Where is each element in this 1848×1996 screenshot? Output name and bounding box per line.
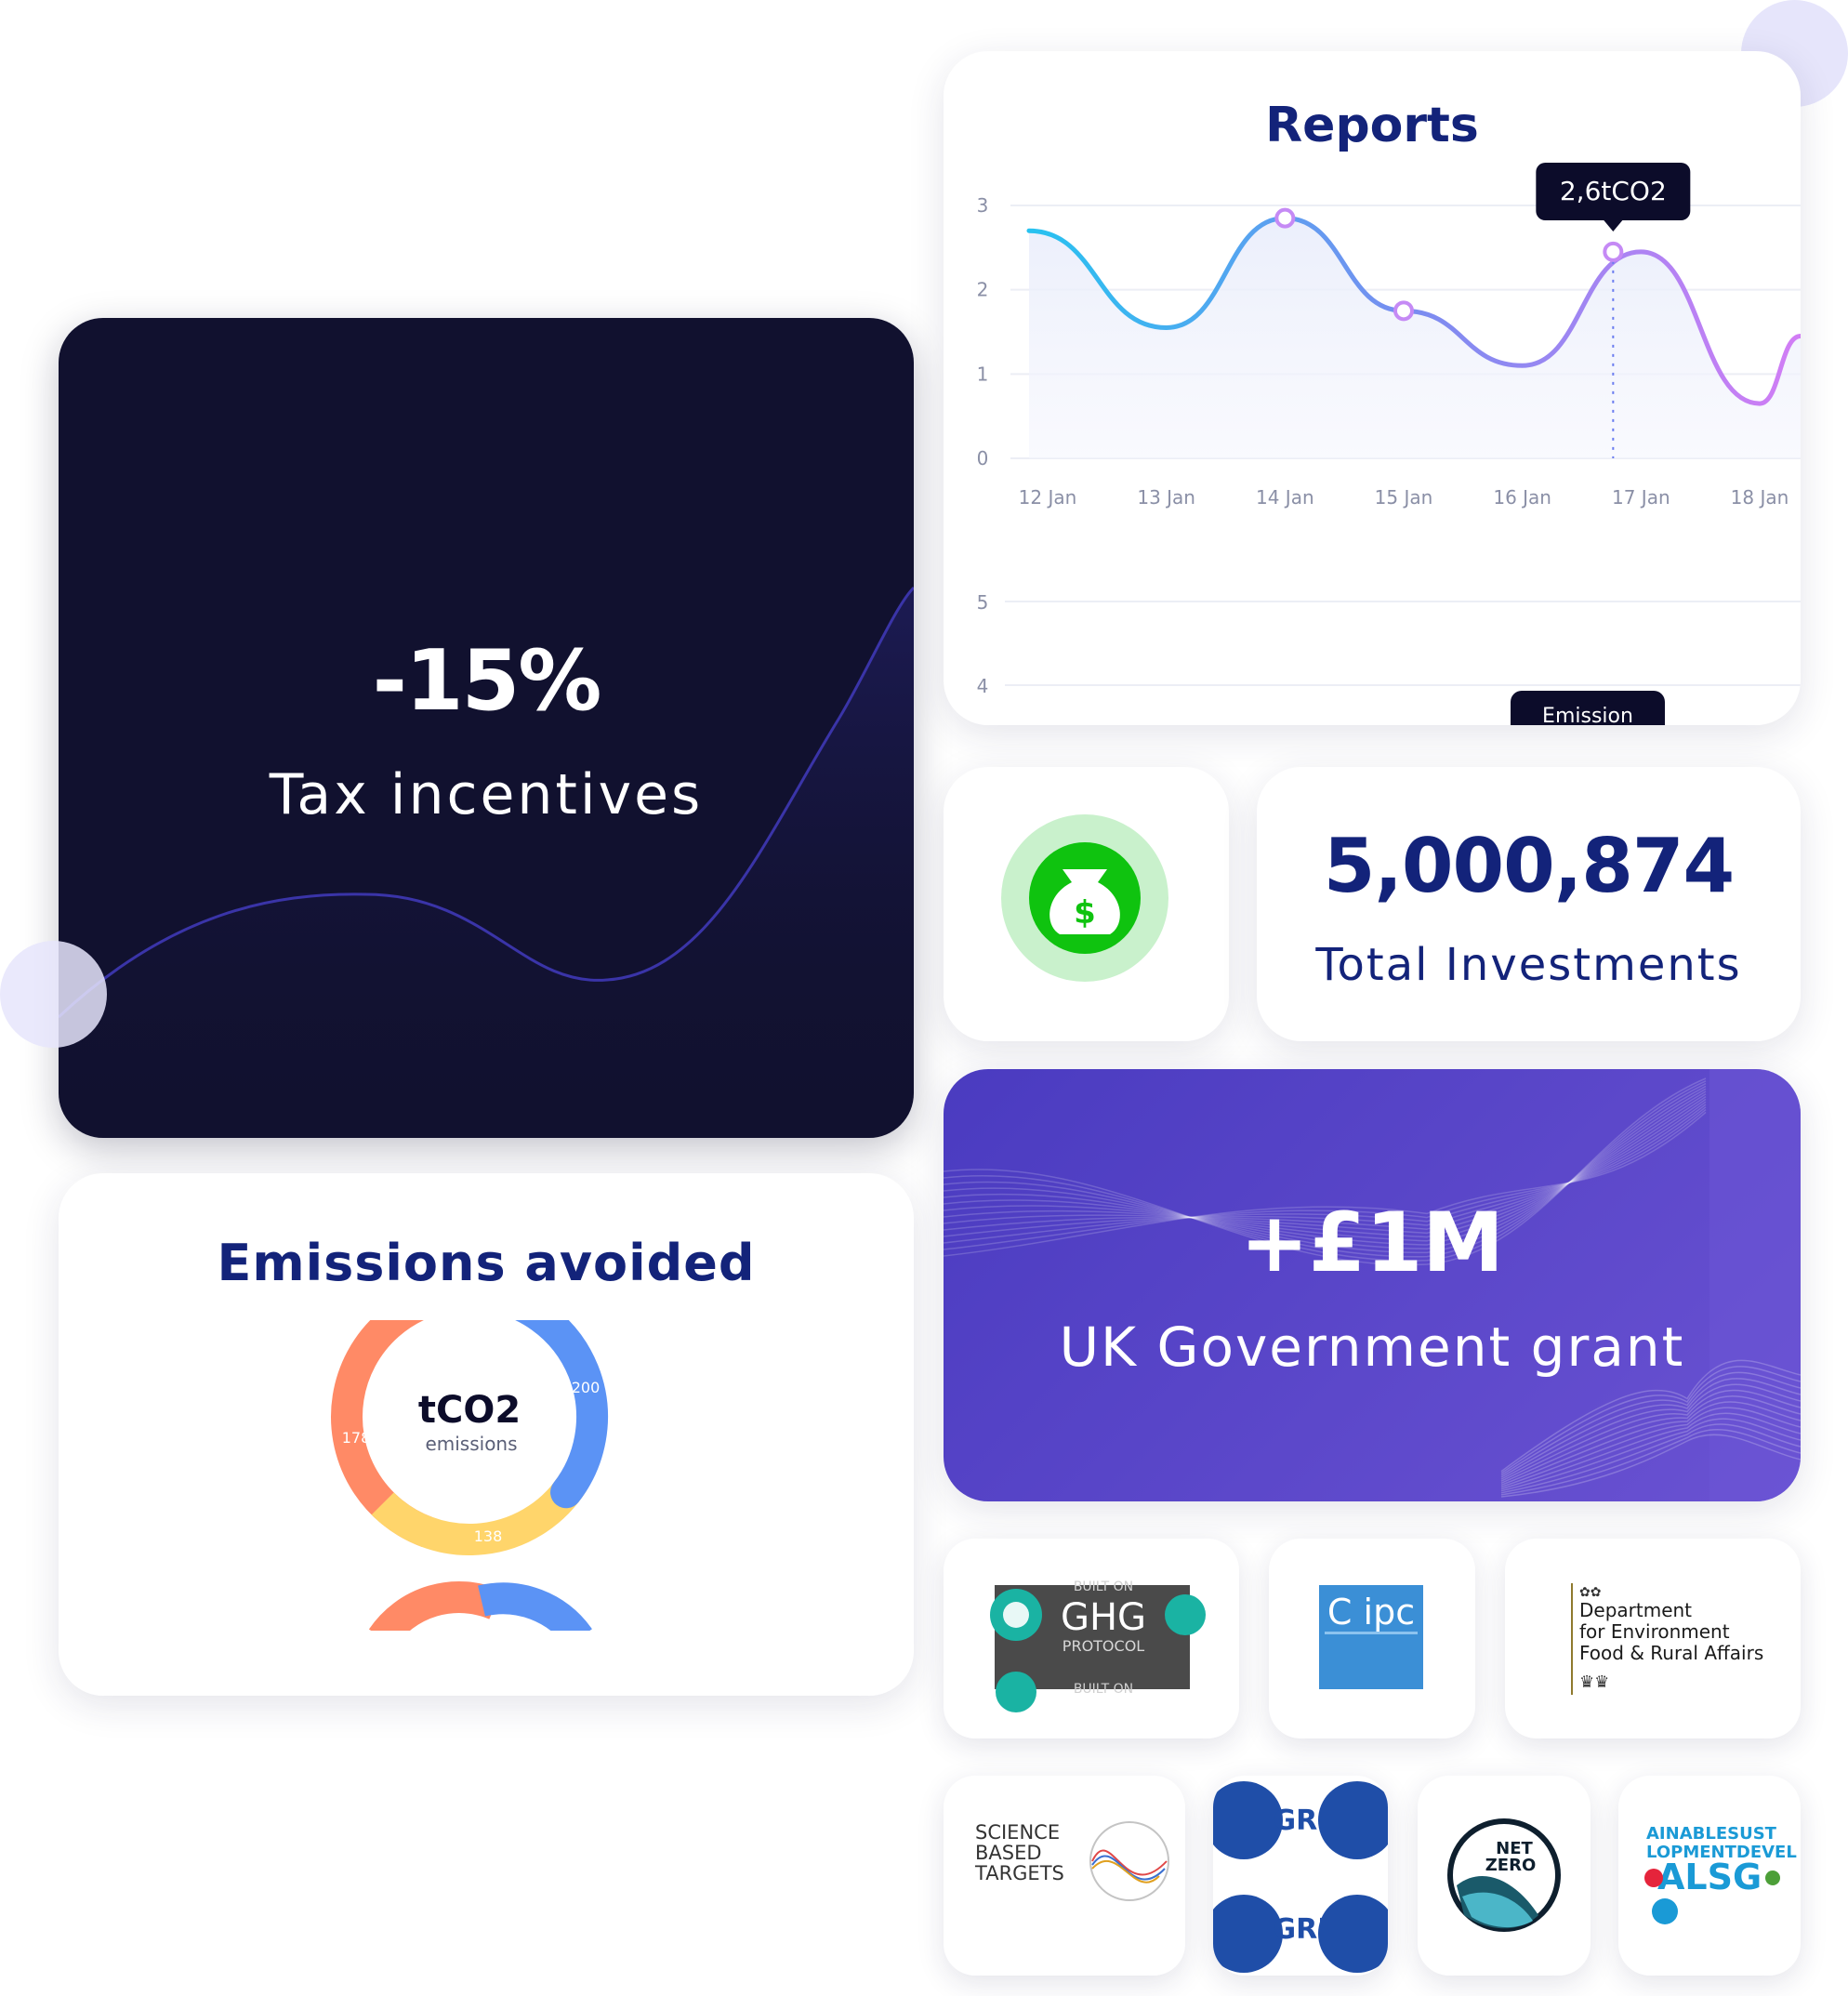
tax-incentives-card: -15% Tax incentives [59,318,914,1138]
ipcc-logo-card: C ipc [1269,1539,1475,1738]
svg-text:TARGETS: TARGETS [974,1862,1064,1884]
segment-label-178: 178 [342,1429,371,1447]
svg-text:ALSG: ALSG [1657,1857,1762,1897]
series-area [1029,218,1801,458]
data-point-marker[interactable] [1603,241,1624,262]
grant-label: UK Government grant [1059,1315,1685,1379]
x-tick-label: 15 Jan [1375,486,1433,509]
x-tick-label: 14 Jan [1256,486,1314,509]
svg-text:BUILT ON: BUILT ON [1074,1682,1133,1697]
sdg-logo: AINABLESUST LOPMENTDEVEL ALSG [1644,1824,1797,1924]
svg-text:BASED: BASED [975,1842,1042,1864]
x-tick-label: 12 Jan [1019,486,1077,509]
reports-card: Reports 3 2 1 0 12 Jan 13 Jan 14 Jan 15 Jan 16 … [944,51,1801,725]
x-tick-label: 18 Jan [1731,486,1789,509]
x-tick-label: 17 Jan [1612,486,1670,509]
svg-text:♛♛: ♛♛ [1579,1672,1609,1692]
donut-center-label: emissions [425,1433,517,1455]
defra-logo-card: ✿✿ Department for Environment Food & Rur… [1505,1539,1801,1738]
sdg-logo-card: AINABLESUST LOPMENTDEVEL ALSG [1618,1776,1801,1976]
tooltip: 2,6tCO2 [1536,163,1691,231]
emissions-avoided-card: Emissions avoided 200 138 178 tCO2 emiss… [59,1173,914,1696]
y-tick-label: 1 [977,363,989,385]
svg-text:✿✿: ✿✿ [1579,1585,1601,1600]
investment-value: 5,000,874 [1323,823,1735,909]
ipcc-logo: C ipc [1319,1585,1423,1689]
svg-text:GHG: GHG [1061,1596,1146,1639]
donut-center-value: tCO2 [418,1389,521,1432]
money-bag-icon: $ [1001,814,1168,982]
reports-title: Reports [1265,98,1479,153]
svg-text:ZERO: ZERO [1485,1856,1537,1875]
tax-label: Tax incentives [269,762,704,827]
lower-emission-badge-label: Emission [1542,705,1633,725]
svg-text:C ipc: C ipc [1327,1592,1415,1632]
svg-text:Department: Department [1579,1599,1692,1621]
science-based-targets-logo-card: SCIENCE BASED TARGETS [944,1776,1185,1976]
svg-text:AINABLESUST: AINABLESUST [1646,1824,1777,1844]
segment-label-200: 200 [572,1379,601,1396]
investment-label: Total Investments [1315,939,1742,991]
defra-logo: ✿✿ Department for Environment Food & Rur… [1571,1583,1763,1695]
x-tick-label: 16 Jan [1493,486,1551,509]
data-point-marker[interactable] [1274,207,1296,229]
net-zero-logo: NET ZERO [1447,1818,1561,1932]
y-tick-label: 3 [977,194,989,217]
svg-text:PROTOCOL: PROTOCOL [1063,1637,1144,1655]
ghg-protocol-logo-card: BUILT ON GHG PROTOCOL BUILT ON [944,1539,1239,1738]
net-zero-logo-card: NET ZERO [1418,1776,1591,1976]
data-point-marker[interactable] [1393,300,1414,322]
segment-label-138: 138 [474,1527,503,1545]
x-tick-label: 13 Jan [1137,486,1195,509]
money-icon-card: $ [944,767,1229,1041]
svg-text:Food & Rural Affairs: Food & Rural Affairs [1579,1642,1763,1664]
decorative-circle-left [0,941,107,1048]
uk-grant-card: +£1M UK Government grant [944,1069,1801,1501]
svg-text:$: $ [1074,894,1096,932]
svg-text:SCIENCE: SCIENCE [975,1821,1060,1844]
lower-y-tick: 4 [977,675,989,697]
total-investments-card: 5,000,874 Total Investments [1257,767,1801,1041]
tooltip-label: 2,6tCO2 [1560,176,1667,206]
tax-value: -15% [372,632,602,730]
y-tick-label: 0 [977,447,989,469]
svg-text:GRI: GRI [1274,1913,1328,1946]
grant-value: +£1M [1240,1195,1504,1290]
gri-logo-card: GRI GRI [1213,1776,1388,1976]
ghg-protocol-logo: BUILT ON GHG PROTOCOL BUILT ON [990,1580,1206,1712]
science-based-targets-logo: SCIENCE BASED TARGETS [974,1821,1169,1901]
lower-y-tick: 5 [977,591,989,614]
gri-logo: GRI GRI [1213,1781,1388,1973]
svg-text:for Environment: for Environment [1579,1620,1730,1643]
svg-text:GRI: GRI [1274,1804,1328,1837]
svg-text:BUILT ON: BUILT ON [1074,1580,1133,1594]
y-tick-label: 2 [977,279,989,301]
emissions-donut-chart: 200 138 178 tCO2 emissions [331,1320,608,1631]
